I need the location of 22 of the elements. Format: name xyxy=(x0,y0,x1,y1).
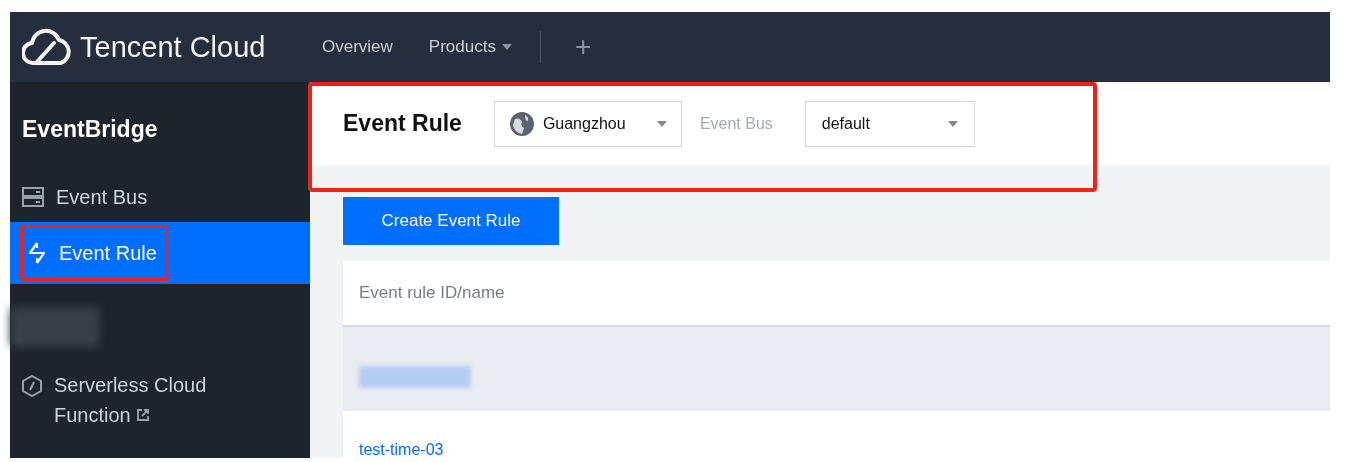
flow-icon xyxy=(27,242,47,264)
event-bus-select[interactable]: default xyxy=(804,100,975,147)
column-header: Event rule ID/name xyxy=(359,283,505,303)
page-title: Event Rule xyxy=(343,110,462,137)
nav-link[interactable]: Products xyxy=(428,37,512,57)
cloud-logo-icon xyxy=(22,27,72,67)
server-icon xyxy=(22,187,44,207)
add-button[interactable]: + xyxy=(574,31,592,63)
sidebar-item[interactable]: Event Rule xyxy=(10,222,310,284)
sidebar-item[interactable]: Event Bus xyxy=(10,172,310,222)
rule-link[interactable]: test-time-03 xyxy=(359,441,444,458)
caret-icon xyxy=(656,120,667,127)
nav-link[interactable]: Overview xyxy=(322,37,393,57)
region-select[interactable]: Guangzhou xyxy=(493,100,682,147)
caret-icon xyxy=(947,120,958,127)
create-button[interactable]: Create Event Rule xyxy=(343,197,559,245)
globe-icon xyxy=(508,110,535,137)
highlight-frame: Event Rule xyxy=(20,225,168,281)
sidebar-item[interactable]: Serverless Cloud Function xyxy=(10,370,310,430)
field-label: Event Bus xyxy=(699,114,773,133)
product-title: EventBridge xyxy=(21,115,159,144)
brand-name: Tencent Cloud xyxy=(80,30,266,64)
